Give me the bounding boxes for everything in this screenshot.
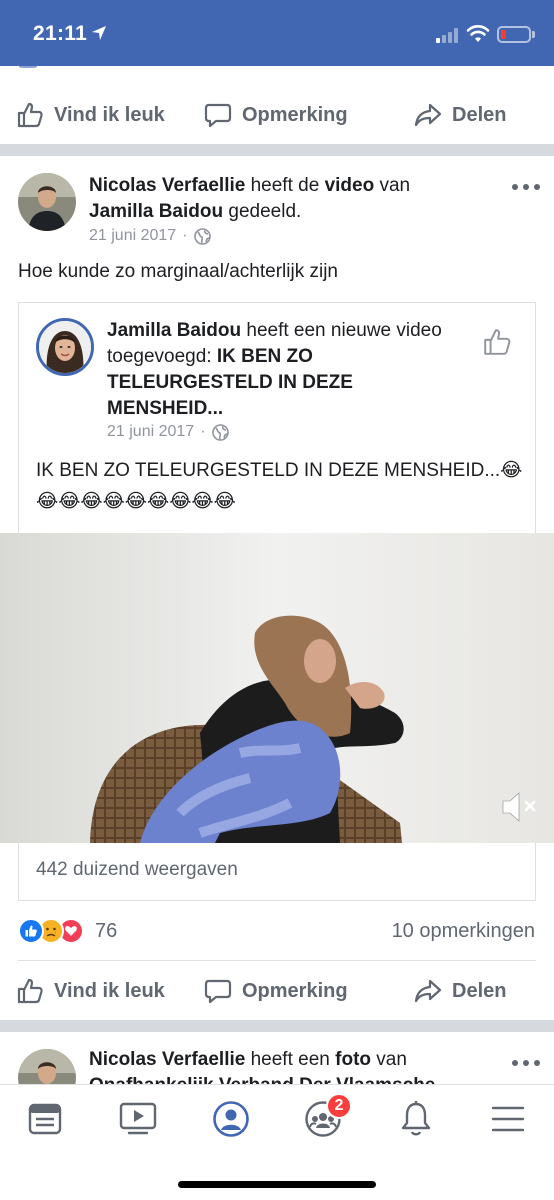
like-button[interactable]: Vind ik leuk — [16, 85, 165, 145]
author-avatar[interactable] — [18, 173, 76, 231]
comment-button[interactable]: Opmerking — [204, 961, 348, 1021]
comment-button[interactable]: Opmerking — [204, 85, 348, 145]
post-meta: 21 juni 2017 · — [89, 227, 211, 245]
comment-icon — [204, 103, 232, 128]
feed-divider — [0, 144, 554, 156]
status-bar: 21:11 — [0, 0, 554, 66]
comment-label: Opmerking — [242, 103, 348, 126]
wifi-icon — [466, 25, 490, 42]
battery-icon — [497, 26, 531, 43]
tab-notifications[interactable] — [394, 1099, 438, 1139]
next-author-avatar[interactable] — [18, 1049, 76, 1084]
share-label: Delen — [452, 979, 507, 1002]
bottom-action-row: Vind ik leuk Opmerking Delen — [0, 961, 554, 1021]
share-icon — [414, 103, 442, 127]
target-name[interactable]: Jamilla Baidou — [89, 201, 223, 222]
menu-icon — [491, 1106, 525, 1132]
signal-icon — [436, 27, 462, 43]
profile-icon — [213, 1101, 249, 1137]
location-arrow-icon — [92, 26, 106, 40]
author-name[interactable]: Nicolas Verfaellie — [89, 175, 245, 196]
shared-post-date[interactable]: 21 juni 2017 — [107, 423, 194, 441]
feed-divider — [0, 1020, 554, 1032]
mute-button[interactable] — [500, 788, 540, 826]
comment-icon — [204, 979, 232, 1004]
like-button[interactable]: Vind ik leuk — [16, 961, 165, 1021]
shared-post-text: IK BEN ZO TELEURGESTELD IN DEZE MENSHEID… — [36, 460, 523, 512]
globe-icon — [193, 227, 211, 245]
next-target-name[interactable]: Onafhankelijk Verband Der Vlaamsche — [89, 1075, 435, 1084]
like-icon — [17, 978, 43, 1004]
like-label: Vind ik leuk — [54, 103, 165, 126]
next-post: Nicolas Verfaellie heeft een foto van On… — [0, 1032, 554, 1084]
post-date[interactable]: 21 juni 2017 — [89, 227, 176, 245]
like-reaction-icon — [18, 918, 44, 944]
tab-news-feed[interactable] — [23, 1099, 67, 1139]
globe-icon — [211, 423, 229, 441]
shared-author-avatar[interactable] — [36, 318, 94, 376]
reaction-icons[interactable] — [18, 918, 84, 944]
video-player[interactable] — [0, 533, 554, 843]
more-icon[interactable] — [512, 1060, 540, 1068]
share-button[interactable]: Delen — [414, 961, 506, 1021]
post-text: Hoe kunde zo marginaal/achterlijk zijn — [18, 261, 338, 282]
video-frame — [0, 533, 554, 843]
like-icon — [17, 102, 43, 128]
share-label: Delen — [452, 103, 507, 126]
share-button[interactable]: Delen — [414, 85, 506, 145]
post-object-link[interactable]: video — [325, 175, 375, 196]
video-icon — [119, 1102, 157, 1135]
shared-author-name[interactable]: Jamilla Baidou — [107, 320, 241, 341]
groups-badge: 2 — [326, 1093, 352, 1119]
reaction-count[interactable]: 76 — [95, 920, 117, 943]
tab-watch[interactable] — [116, 1099, 160, 1139]
share-icon — [414, 979, 442, 1003]
tab-profile[interactable] — [209, 1099, 253, 1139]
mute-icon — [502, 792, 536, 822]
status-time: 21:11 — [33, 22, 88, 45]
shared-post-meta: 21 juni 2017 · — [107, 423, 229, 441]
top-action-row: Vind ik leuk Opmerking Delen — [0, 85, 554, 145]
next-post-header: Nicolas Verfaellie heeft een foto van On… — [89, 1047, 489, 1084]
page-like-icon[interactable] — [482, 327, 512, 357]
next-post-object[interactable]: foto — [335, 1049, 371, 1070]
post-header: Nicolas Verfaellie heeft de video van Ja… — [89, 175, 411, 222]
shared-post-header: Jamilla Baidou heeft een nieuwe video to… — [107, 320, 442, 419]
like-label: Vind ik leuk — [54, 979, 165, 1002]
home-indicator — [178, 1181, 376, 1188]
next-author-name[interactable]: Nicolas Verfaellie — [89, 1049, 245, 1070]
bell-icon — [401, 1101, 431, 1136]
tab-menu[interactable] — [486, 1099, 530, 1139]
news-feed-icon — [28, 1103, 62, 1135]
more-icon[interactable] — [512, 184, 540, 192]
comment-label: Opmerking — [242, 979, 348, 1002]
comments-count[interactable]: 10 opmerkingen — [392, 920, 535, 943]
view-count: 442 duizend weergaven — [36, 859, 238, 880]
